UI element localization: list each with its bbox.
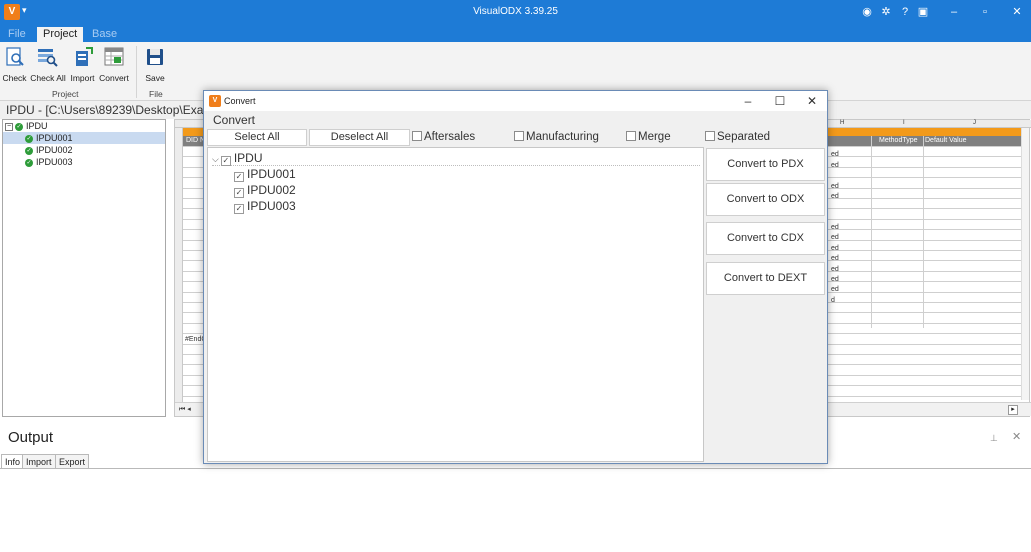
grid-col-line — [923, 136, 924, 328]
sheet-cell: d — [831, 297, 835, 304]
theme-icon[interactable]: ✲ — [876, 3, 896, 21]
dialog-header: Convert — [213, 113, 256, 127]
tree-node-ipdu001[interactable]: ✓ IPDU001 — [3, 132, 165, 144]
group-label-file: File — [149, 89, 163, 99]
tree-node-root[interactable]: − ✓ IPDU — [3, 120, 165, 132]
convert-to-cdx-button[interactable]: Convert to CDX — [706, 222, 825, 255]
dialog-title-bar: V Convert – ☐ ✕ — [204, 91, 827, 111]
sheet-cell: ed — [831, 183, 839, 190]
check-all-button[interactable]: Check All — [29, 46, 67, 83]
sheet-cell: ed — [831, 162, 839, 169]
dialog-app-icon: V — [209, 95, 221, 107]
sheet-cell: ed — [831, 193, 839, 200]
ribbon-separator — [136, 46, 137, 98]
status-ok-icon: ✓ — [25, 158, 33, 167]
settings-icon[interactable]: ◉ — [857, 3, 877, 21]
check-all-icon — [38, 49, 58, 67]
import-icon — [75, 47, 93, 66]
tab-import[interactable]: Import — [22, 454, 56, 469]
tree-node-ipdu003[interactable]: ✓ IPDU003 — [3, 156, 165, 168]
merge-checkbox[interactable]: Merge — [626, 131, 671, 145]
vertical-scrollbar[interactable] — [1021, 128, 1029, 400]
convert-dialog: V Convert – ☐ ✕ Convert Select All Desel… — [203, 90, 828, 464]
dialog-close-button[interactable]: ✕ — [801, 93, 823, 109]
sheet-cell: ed — [831, 286, 839, 293]
tab-export[interactable]: Export — [55, 454, 90, 469]
convert-to-odx-button[interactable]: Convert to ODX — [706, 183, 825, 216]
sheet-cell: ed — [831, 276, 839, 283]
status-ok-icon: ✓ — [25, 134, 33, 143]
sheet-cell: ed — [831, 151, 839, 158]
tab-project[interactable]: Project — [37, 27, 84, 42]
chevron-down-icon[interactable]: ⌵ — [212, 154, 219, 164]
title-bar: V ▾ VisualODX 3.39.25 ◉ ✲ ? ▣ – ▫ ✕ — [0, 0, 1031, 24]
grid-col-line — [871, 136, 872, 328]
ribbon-tab-strip: File Project Base — [0, 24, 1031, 42]
convert-to-pdx-button[interactable]: Convert to PDX — [706, 148, 825, 181]
ipdu-selection-tree[interactable]: ⌵ ✓ IPDU ✓ IPDU001 ✓ IPDU002 ✓ IPDU003 — [207, 147, 704, 462]
checkbox-checked-icon[interactable]: ✓ — [234, 204, 244, 214]
tab-info[interactable]: Info — [1, 454, 25, 469]
convert-to-dext-button[interactable]: Convert to DEXT — [706, 262, 825, 295]
deselect-all-button[interactable]: Deselect All — [309, 129, 410, 146]
convert-button[interactable]: Convert — [98, 46, 130, 83]
dialog-title: Convert — [224, 96, 256, 106]
output-log[interactable] — [0, 468, 1031, 552]
checkbox-checked-icon[interactable]: ✓ — [234, 188, 244, 198]
minimize-button[interactable]: – — [944, 3, 964, 21]
tree-row-ipdu[interactable]: ⌵ ✓ IPDU — [212, 150, 700, 166]
pin-icon[interactable]: ⊥ — [990, 433, 998, 444]
tab-base[interactable]: Base — [86, 27, 123, 42]
aftersales-checkbox[interactable]: Aftersales — [412, 131, 475, 145]
output-close-icon[interactable]: ✕ — [1012, 430, 1021, 443]
dialog-maximize-button[interactable]: ☐ — [769, 93, 791, 109]
checkbox-checked-icon[interactable]: ✓ — [234, 172, 244, 182]
checkbox-checked-icon[interactable]: ✓ — [220, 156, 231, 166]
collapse-icon[interactable]: − — [5, 122, 13, 131]
sheet-cell: ed — [831, 266, 839, 273]
status-ok-icon: ✓ — [15, 122, 23, 131]
check-icon — [5, 47, 24, 66]
help-icon[interactable]: ? — [895, 3, 915, 21]
tree-row-ipdu002[interactable]: ✓ IPDU002 — [234, 182, 296, 198]
maximize-button[interactable]: ▫ — [975, 3, 995, 21]
manufacturing-checkbox[interactable]: Manufacturing — [514, 131, 599, 145]
sheet-cell: ed — [831, 245, 839, 252]
select-all-button[interactable]: Select All — [207, 129, 307, 146]
output-panel-title: Output — [8, 429, 54, 446]
sheet-cell: ed — [831, 234, 839, 241]
scroll-right-icon[interactable]: ▸ — [1008, 405, 1018, 415]
separated-checkbox[interactable]: Separated — [705, 131, 770, 145]
row-number-column — [175, 128, 183, 408]
save-icon — [147, 49, 163, 65]
sheet-cell: ed — [831, 255, 839, 262]
convert-icon — [104, 47, 124, 66]
tree-row-ipdu001[interactable]: ✓ IPDU001 — [234, 166, 296, 182]
tree-node-ipdu002[interactable]: ✓ IPDU002 — [3, 144, 165, 156]
tree-row-ipdu003[interactable]: ✓ IPDU003 — [234, 198, 296, 214]
check-button[interactable]: Check — [2, 46, 27, 83]
project-tree[interactable]: − ✓ IPDU ✓ IPDU001 ✓ IPDU002 ✓ IPDU003 — [2, 119, 166, 417]
status-ok-icon: ✓ — [25, 146, 33, 155]
dialog-minimize-button[interactable]: – — [737, 93, 759, 109]
sheet-nav-first-icon[interactable]: ⏮ ◂ — [179, 405, 191, 414]
save-button[interactable]: Save — [141, 46, 169, 83]
close-button[interactable]: ✕ — [1007, 3, 1027, 21]
import-button[interactable]: Import — [68, 46, 97, 83]
sheet-cell: ed — [831, 224, 839, 231]
tab-file[interactable]: File — [2, 27, 32, 42]
group-label-project: Project — [52, 89, 79, 99]
update-icon[interactable]: ▣ — [913, 3, 933, 21]
